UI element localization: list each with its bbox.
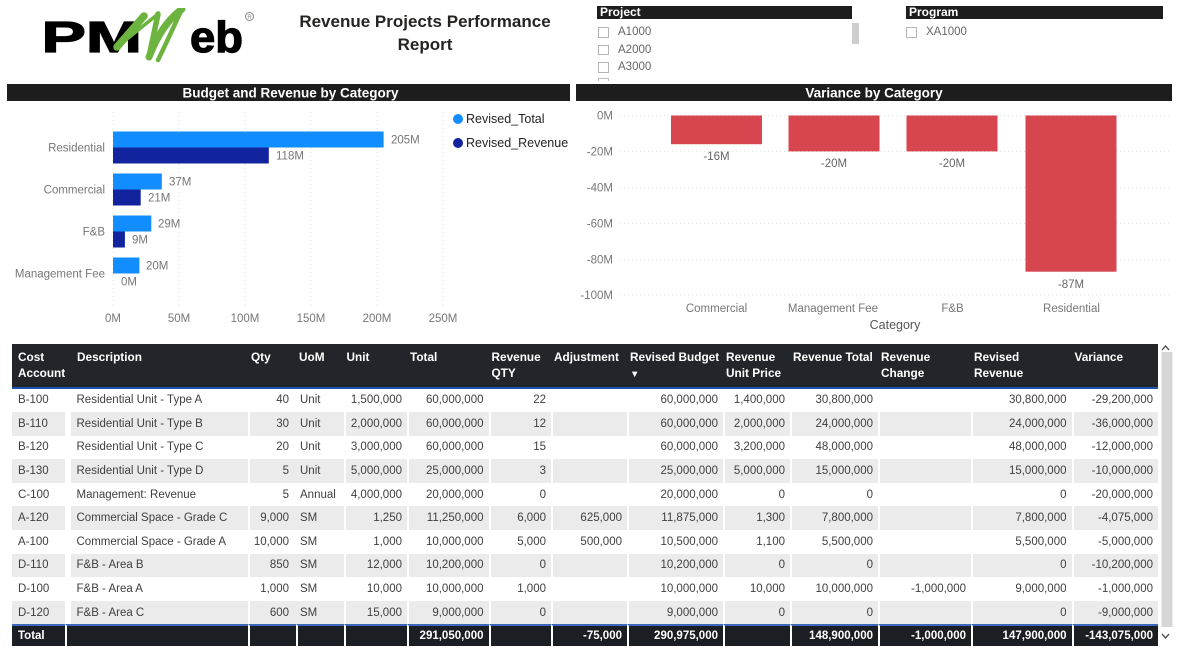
svg-text:21M: 21M	[148, 193, 170, 205]
svg-text:Variance by Category: Variance by Category	[805, 86, 943, 101]
svg-text:29M: 29M	[158, 219, 180, 231]
svg-text:-16M: -16M	[703, 151, 729, 163]
svg-text:0M: 0M	[597, 111, 613, 123]
svg-text:50M: 50M	[168, 313, 190, 325]
svg-text:-20M: -20M	[587, 147, 613, 159]
svg-text:F&B: F&B	[83, 227, 106, 239]
svg-text:-20M: -20M	[821, 158, 847, 170]
svg-text:eb: eb	[190, 13, 243, 62]
svg-text:-80M: -80M	[587, 255, 613, 267]
svg-text:250M: 250M	[429, 313, 458, 325]
svg-text:-87M: -87M	[1058, 279, 1084, 291]
svg-text:-100M: -100M	[580, 290, 613, 302]
svg-text:150M: 150M	[297, 313, 326, 325]
svg-text:-20M: -20M	[939, 158, 965, 170]
svg-text:Residential: Residential	[48, 143, 105, 155]
svg-text:R: R	[247, 15, 252, 21]
svg-text:205M: 205M	[391, 135, 420, 147]
svg-text:Management Fee: Management Fee	[15, 269, 105, 281]
svg-text:100M: 100M	[231, 313, 260, 325]
svg-text:-40M: -40M	[587, 183, 613, 195]
svg-text:20M: 20M	[146, 261, 168, 273]
svg-text:F&B: F&B	[941, 303, 964, 315]
svg-text:9M: 9M	[132, 235, 148, 247]
svg-text:Revised_Revenue: Revised_Revenue	[466, 136, 568, 150]
svg-text:200M: 200M	[363, 313, 392, 325]
svg-text:Residential: Residential	[1043, 303, 1100, 315]
svg-text:Category: Category	[870, 318, 921, 332]
svg-text:118M: 118M	[276, 151, 304, 163]
svg-text:Management Fee: Management Fee	[788, 303, 878, 315]
svg-text:Commercial: Commercial	[686, 303, 747, 315]
svg-text:Commercial: Commercial	[44, 185, 105, 197]
svg-text:0M: 0M	[105, 313, 121, 325]
svg-text:Budget and Revenue by Category: Budget and Revenue by Category	[182, 86, 399, 101]
svg-text:37M: 37M	[169, 177, 191, 189]
svg-text:Revised_Total: Revised_Total	[466, 112, 545, 126]
svg-text:-60M: -60M	[587, 219, 613, 231]
svg-text:0M: 0M	[121, 277, 137, 289]
